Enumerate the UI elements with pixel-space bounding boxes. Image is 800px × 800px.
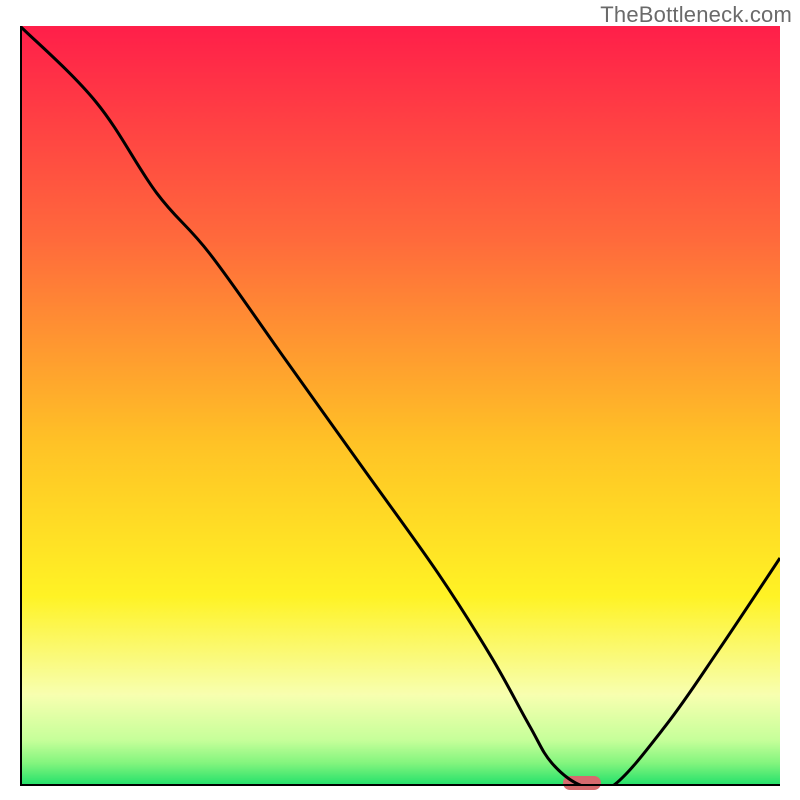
curve-path [20,26,780,786]
bottleneck-curve [20,26,780,786]
chart-area [20,26,780,786]
watermark-text: TheBottleneck.com [600,2,792,28]
